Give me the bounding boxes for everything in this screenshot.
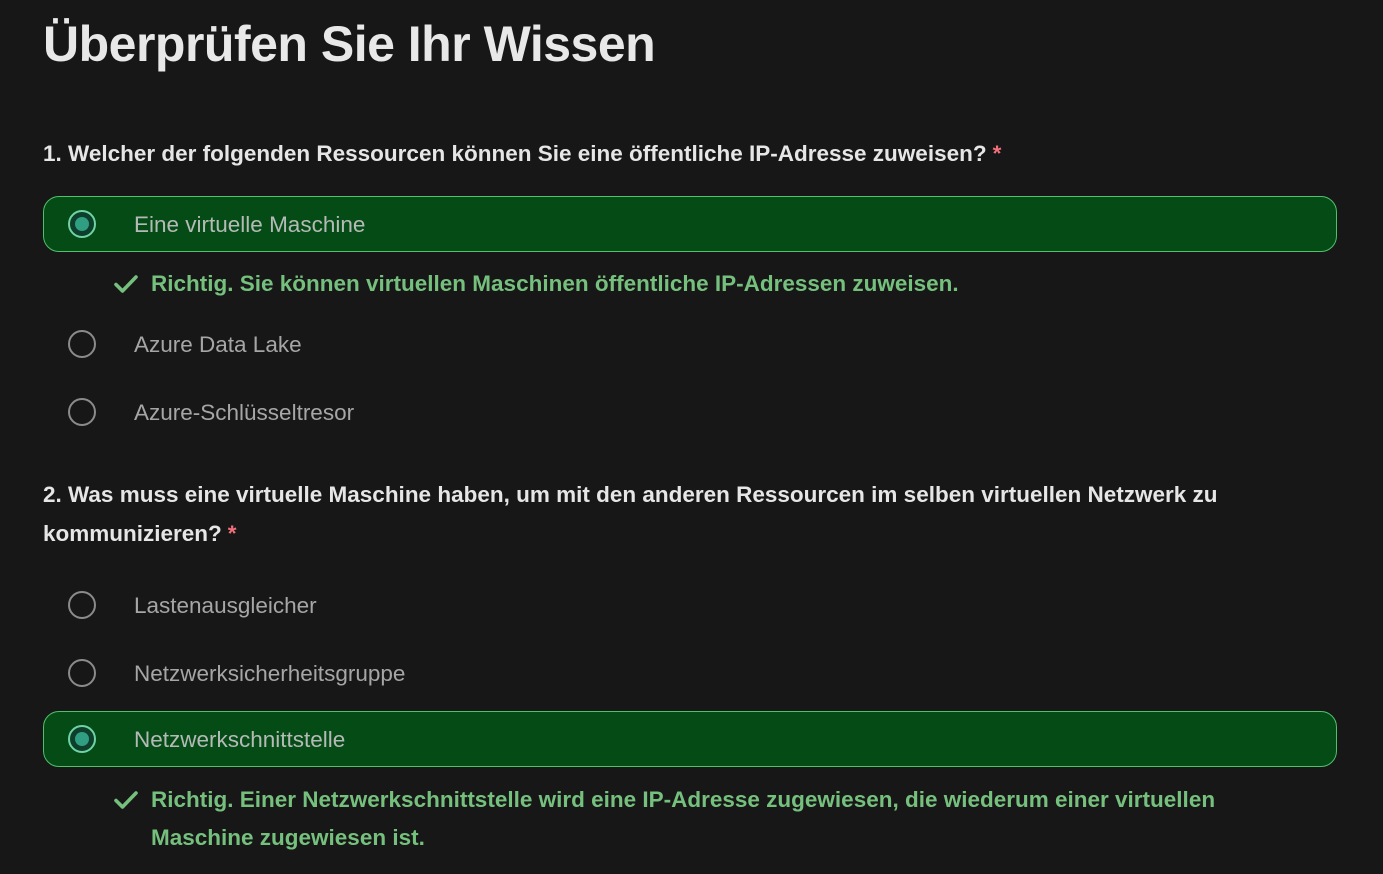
radio-unselected-icon[interactable] (68, 591, 96, 619)
option-label: Azure Data Lake (134, 332, 302, 357)
question-1-text: 1. Welcher der folgenden Ressourcen könn… (43, 134, 1283, 173)
radio-selected-icon[interactable] (68, 725, 96, 753)
option-label: Azure-Schlüsseltresor (134, 400, 355, 425)
option-label: Lastenausgleicher (134, 593, 317, 618)
checkmark-icon (114, 275, 138, 293)
question-1-option-3[interactable]: Azure-Schlüsseltresor (43, 384, 1337, 440)
question-2-text: 2. Was muss eine virtuelle Maschine habe… (43, 475, 1283, 553)
required-asterisk: * (992, 141, 1002, 166)
feedback-text: Richtig. Einer Netzwerkschnittstelle wir… (151, 787, 1216, 850)
option-label: Netzwerkschnittstelle (134, 727, 346, 752)
radio-unselected-icon[interactable] (68, 398, 96, 426)
radio-unselected-icon[interactable] (68, 330, 96, 358)
required-asterisk: * (227, 521, 237, 546)
question-2-feedback: Richtig. Einer Netzwerkschnittstelle wir… (114, 781, 1264, 857)
question-1-option-2[interactable]: Azure Data Lake (43, 316, 1337, 372)
radio-unselected-icon[interactable] (68, 659, 96, 687)
radio-selected-icon[interactable] (68, 210, 96, 238)
feedback-text: Richtig. Sie können virtuellen Maschinen… (151, 271, 959, 296)
question-1-option-1[interactable]: Eine virtuelle Maschine (43, 196, 1337, 252)
option-label: Netzwerksicherheitsgruppe (134, 661, 406, 686)
checkmark-icon (114, 791, 138, 809)
question-2-option-1[interactable]: Lastenausgleicher (43, 577, 1337, 633)
question-1-label: 1. Welcher der folgenden Ressourcen könn… (43, 141, 987, 166)
question-2-option-2[interactable]: Netzwerksicherheitsgruppe (43, 645, 1337, 701)
page-title: Überprüfen Sie Ihr Wissen (43, 16, 656, 72)
question-2-label: 2. Was muss eine virtuelle Maschine habe… (43, 482, 1218, 546)
question-1-feedback: Richtig. Sie können virtuellen Maschinen… (114, 265, 1264, 303)
option-label: Eine virtuelle Maschine (134, 212, 366, 237)
question-2-option-3[interactable]: Netzwerkschnittstelle (43, 711, 1337, 767)
